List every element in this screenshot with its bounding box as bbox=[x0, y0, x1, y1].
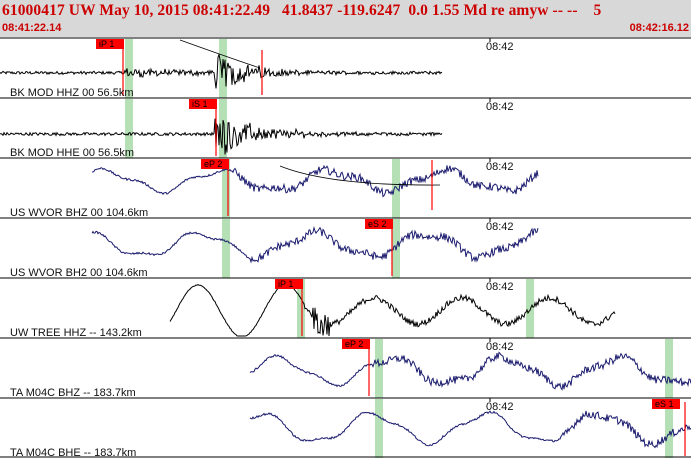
waveform-trace bbox=[91, 225, 539, 264]
time-tick-label: 08:42 bbox=[486, 281, 514, 293]
pick-label: eP 2 bbox=[204, 159, 222, 169]
pick-label: iS 1 bbox=[192, 99, 208, 109]
channel-row: 08:42 eS 1TA M04C BHE -- 183.7km bbox=[0, 397, 691, 458]
channel-label: BK MOD HHE 00 56.5km bbox=[10, 147, 134, 159]
analysis-window bbox=[665, 339, 673, 398]
channel-row: 08:42 eP 2 TA M04C BHZ -- 183.7km bbox=[0, 337, 691, 399]
pick-label: eS 2 bbox=[368, 219, 387, 229]
channel-row: 08:42 eP 2 US WVOR BHZ 00 104.6km bbox=[0, 157, 691, 219]
waveform-trace bbox=[249, 410, 691, 449]
channel-row: 08:42 iS 1 BK MOD HHE 00 56.5km bbox=[0, 97, 691, 159]
analysis-window bbox=[392, 159, 400, 218]
waveform-trace bbox=[91, 164, 539, 198]
pick-label: eS 1 bbox=[655, 399, 674, 409]
time-tick-label: 08:42 bbox=[486, 101, 514, 113]
channel-label: US WVOR BH2 00 104.6km bbox=[10, 267, 148, 279]
analysis-window bbox=[526, 279, 534, 338]
time-tick-label: 08:42 bbox=[486, 221, 514, 233]
channel-label: UW TREE HHZ -- 143.2km bbox=[10, 327, 142, 339]
seismogram-panel[interactable]: 08:42 iP 1 BK MOD HHZ 00 56.5km 08:42 iS 1 BK… bbox=[0, 0, 691, 458]
channel-row: 08:42 eS 2 US WVOR BH2 00 104.6km bbox=[0, 217, 691, 279]
pick-label: eP 2 bbox=[345, 339, 363, 349]
channel-label: US WVOR BHZ 00 104.6km bbox=[10, 207, 148, 219]
analysis-window bbox=[375, 339, 383, 398]
time-tick-label: 08:42 bbox=[486, 41, 514, 53]
pick-label: iP 1 bbox=[99, 39, 114, 49]
time-tick-label: 08:42 bbox=[486, 341, 514, 353]
channel-row: 08:42 iP 1 UW TREE HHZ -- 143.2km bbox=[0, 277, 691, 339]
channel-label: BK MOD HHZ 00 56.5km bbox=[10, 87, 133, 99]
time-tick-label: 08:42 bbox=[486, 161, 514, 173]
channel-label: TA M04C BHZ -- 183.7km bbox=[10, 387, 136, 399]
channel-label: TA M04C BHE -- 183.7km bbox=[10, 447, 136, 458]
waveform-trace bbox=[169, 284, 616, 337]
pick-label: iP 1 bbox=[278, 279, 293, 289]
analysis-window bbox=[375, 399, 383, 458]
analysis-window bbox=[222, 219, 230, 278]
waveform-trace bbox=[249, 351, 691, 391]
channel-row: 08:42 iP 1 BK MOD HHZ 00 56.5km bbox=[0, 37, 691, 99]
